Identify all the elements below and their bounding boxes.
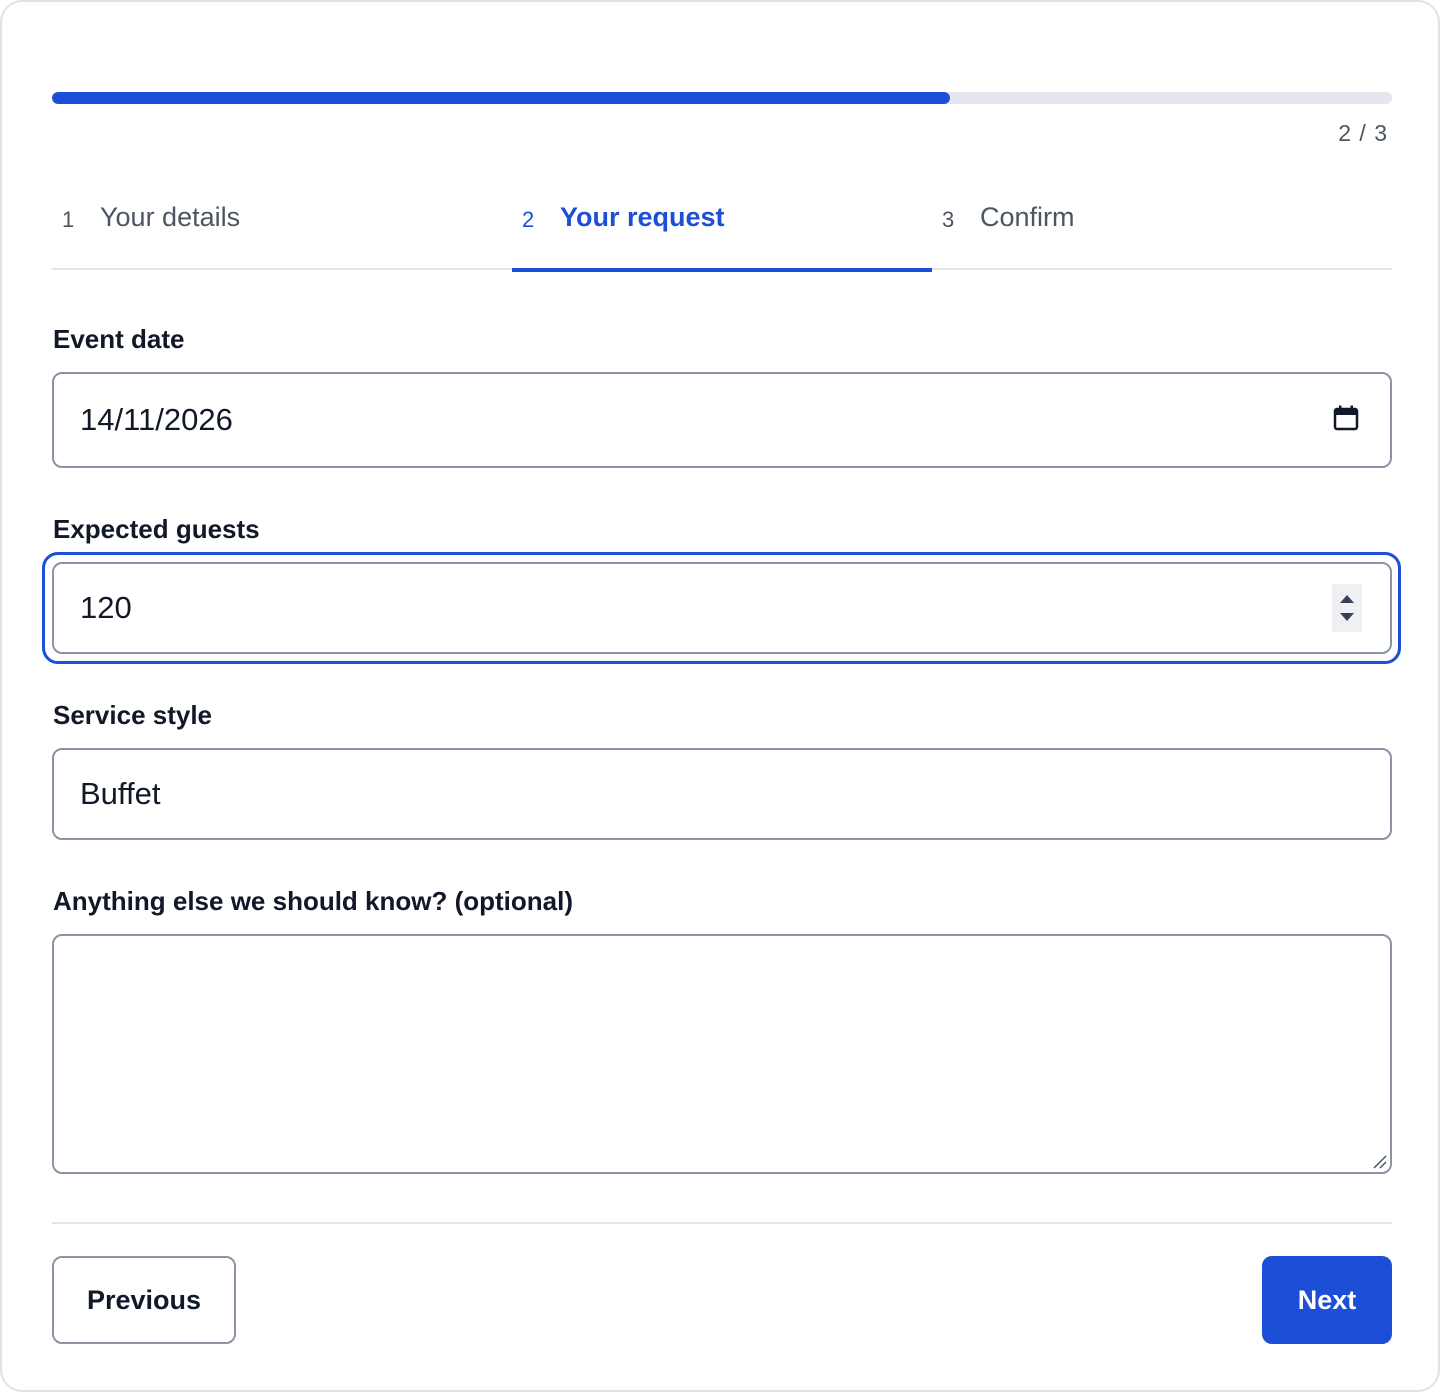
progress-bar <box>52 92 1392 104</box>
progress-counter: 2 / 3 <box>1338 120 1388 146</box>
step-tabs: 1 Your details 2 Your request 3 Confirm <box>52 192 1392 272</box>
guests-label: Expected guests <box>53 514 260 544</box>
service-style-label: Service style <box>53 700 213 730</box>
step-number: 3 <box>942 207 955 232</box>
previous-button[interactable]: Previous <box>52 1256 236 1344</box>
step-label: Your request <box>560 202 725 232</box>
next-button[interactable]: Next <box>1262 1256 1392 1344</box>
spinner-arrows-icon[interactable] <box>1332 584 1362 632</box>
tab-confirm[interactable]: 3 Confirm <box>932 192 1392 270</box>
event-date-field[interactable]: 14/11/2026 <box>52 372 1392 468</box>
progress-fill <box>52 92 950 104</box>
calendar-icon[interactable] <box>1332 404 1360 432</box>
decrement-icon[interactable] <box>1340 613 1354 621</box>
notes-textarea[interactable] <box>52 934 1392 1174</box>
footer-divider <box>52 1222 1392 1224</box>
service-style-value: Buffet <box>80 776 161 811</box>
step-number: 2 <box>522 207 535 232</box>
service-style-field[interactable]: Buffet <box>52 748 1392 840</box>
tab-your-request[interactable]: 2 Your request <box>512 192 932 272</box>
tab-your-details[interactable]: 1 Your details <box>52 192 512 270</box>
event-date-value: 14/11/2026 <box>80 402 233 437</box>
step-number: 1 <box>62 207 75 232</box>
step-label: Confirm <box>980 202 1075 232</box>
resize-grip-icon[interactable] <box>1371 1153 1387 1169</box>
event-date-label: Event date <box>53 324 185 354</box>
guests-value: 120 <box>80 590 132 625</box>
form-card: 2 / 3 1 Your details 2 Your request 3 Co… <box>0 0 1440 1392</box>
guests-input[interactable]: 120 <box>52 562 1392 654</box>
notes-label: Anything else we should know? (optional) <box>53 886 573 916</box>
increment-icon[interactable] <box>1340 595 1354 603</box>
step-label: Your details <box>100 202 241 232</box>
